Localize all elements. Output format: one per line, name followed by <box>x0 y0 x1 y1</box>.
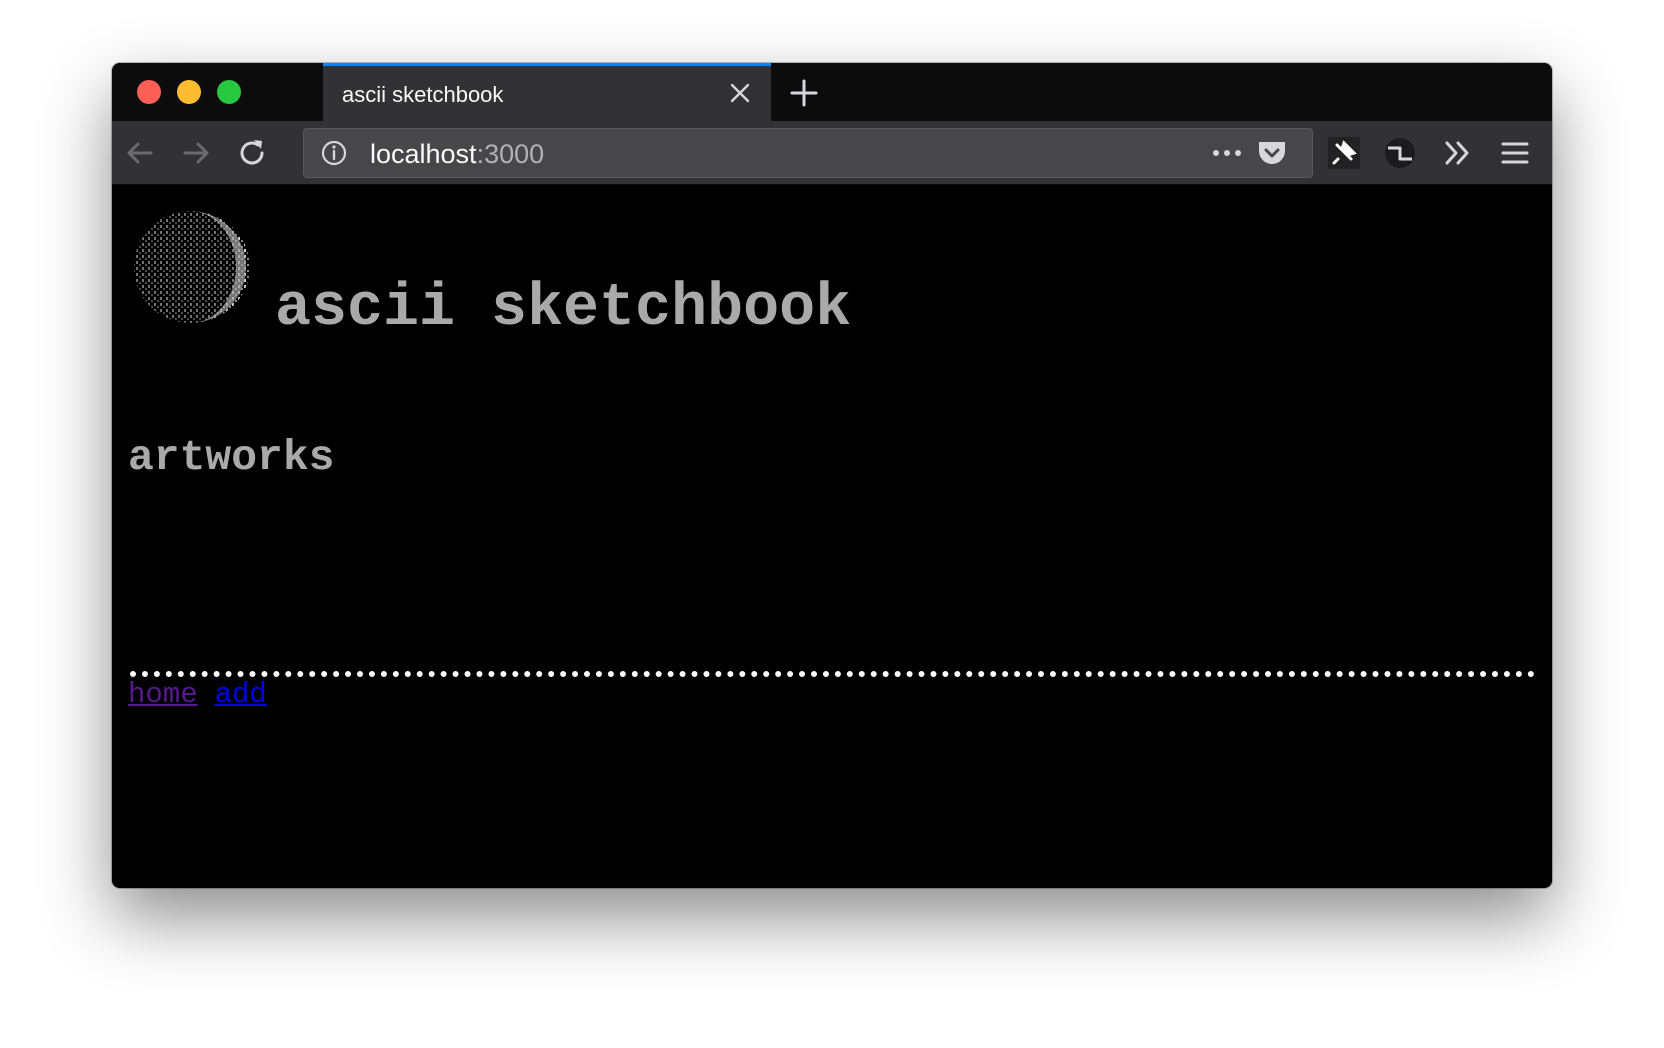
reload-icon[interactable] <box>234 135 270 171</box>
tab-active[interactable]: ascii sketchbook <box>323 63 771 121</box>
back-arrow-icon[interactable] <box>122 135 158 171</box>
close-window-button[interactable] <box>137 80 161 104</box>
forward-arrow-icon[interactable] <box>178 135 214 171</box>
extension-icon[interactable] <box>1382 135 1418 171</box>
url-bar[interactable]: localhost:3000 <box>303 128 1313 178</box>
info-icon[interactable] <box>320 139 348 167</box>
section-heading: artworks <box>128 433 335 482</box>
more-actions-icon[interactable] <box>1210 142 1244 164</box>
plus-icon[interactable] <box>788 77 820 109</box>
page-content: ascii sketchbook artworks home add <box>112 185 1552 888</box>
hamburger-menu-icon[interactable] <box>1497 135 1533 171</box>
overflow-chevron-icon[interactable] <box>1440 135 1476 171</box>
footer-nav: home add <box>128 678 267 711</box>
close-icon[interactable] <box>729 82 751 104</box>
minimize-window-button[interactable] <box>177 80 201 104</box>
tab-strip: ascii sketchbook <box>112 63 1552 121</box>
site-title: ascii sketchbook <box>275 275 852 343</box>
url-port: :3000 <box>476 139 545 169</box>
home-link[interactable]: home <box>128 678 198 711</box>
browser-window: ascii sketchbook localhost:3000 ascii sk… <box>112 63 1552 888</box>
pin-extension-icon[interactable] <box>1326 135 1362 171</box>
url-text[interactable]: localhost:3000 <box>370 139 544 170</box>
add-link[interactable]: add <box>215 678 267 711</box>
logo-icon <box>134 211 250 323</box>
divider <box>130 671 1535 677</box>
tab-title: ascii sketchbook <box>342 82 504 107</box>
pocket-icon[interactable] <box>1256 138 1288 168</box>
navigation-toolbar: localhost:3000 <box>112 121 1552 185</box>
url-host: localhost <box>370 139 477 169</box>
maximize-window-button[interactable] <box>217 80 241 104</box>
